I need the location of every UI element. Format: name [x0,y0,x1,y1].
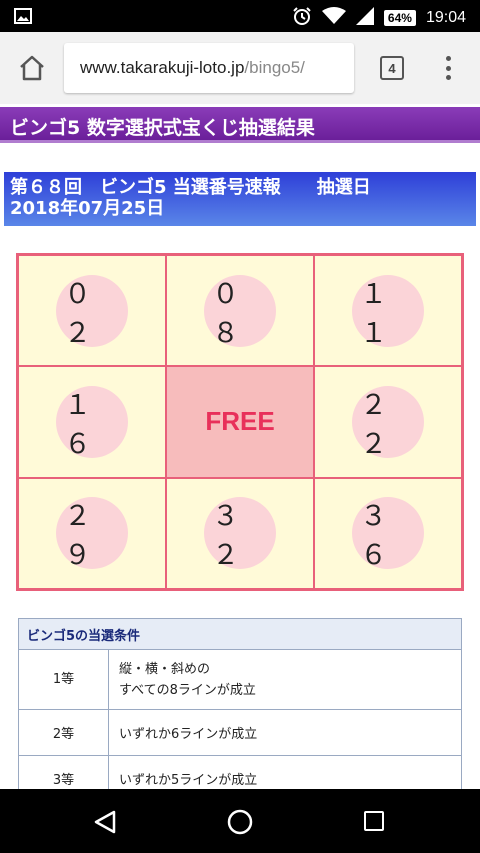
back-icon[interactable] [92,809,118,839]
bingo-cell: ２２ [314,366,462,478]
battery-icon: 64% [383,10,416,26]
bingo-cell: １６ [18,366,166,478]
number-ball: １６ [56,385,128,460]
table-row: 1等 縦・横・斜めの すべての8ラインが成立 [18,649,462,710]
browser-toolbar: www.takarakuji-loto.jp/bingo5/ 4 [0,32,480,104]
prize-rank: 1等 [18,649,109,710]
url-path: /bingo5/ [244,58,305,77]
number-ball: ３６ [352,497,424,571]
table-row: 2等 いずれか6ラインが成立 [18,709,462,756]
alarm-icon [292,6,312,30]
condition-line: 縦・横・斜めの [119,661,211,677]
image-icon [14,8,32,28]
clock-time: 19:04 [425,9,466,26]
prize-rank: 2等 [18,709,109,756]
prize-condition: 縦・横・斜めの すべての8ラインが成立 [108,649,462,710]
wifi-icon [321,7,346,29]
signal-icon [355,7,374,29]
free-label: FREE [205,406,275,437]
number-ball: ０８ [204,274,276,349]
draw-header-title: 第６８回 ビンゴ5 当選番号速報 抽選日 [10,177,371,198]
tab-switcher-button[interactable]: 4 [380,56,404,80]
number-ball: ２２ [352,385,424,460]
draw-date: 2018年07月25日 [10,198,165,219]
status-bar: 64% 19:04 [0,0,480,32]
number-ball: ３２ [204,497,276,571]
bingo-cell: ３６ [314,477,462,589]
home-nav-icon[interactable] [226,808,254,840]
bingo-cell: ０８ [166,255,314,367]
navigation-bar [0,789,480,853]
prize-condition: いずれか6ラインが成立 [108,709,462,756]
free-cell: FREE [166,366,314,478]
url-bar[interactable]: www.takarakuji-loto.jp/bingo5/ [64,43,354,93]
number-ball: １１ [352,274,424,349]
condition-line: すべての8ラインが成立 [119,682,256,698]
bingo-cell: ０２ [18,255,166,367]
table-header: ビンゴ5の当選条件 [18,618,462,650]
number-ball: ２９ [56,497,128,571]
bingo-card: ０２ ０８ １１ １６ FREE ２２ ２９ ３２ ３６ [16,253,464,591]
overflow-menu-icon[interactable] [440,54,456,82]
number-ball: ０２ [56,274,128,349]
page-title: ビンゴ5 数字選択式宝くじ抽選結果 [0,107,480,143]
prize-conditions-table: ビンゴ5の当選条件 1等 縦・横・斜めの すべての8ラインが成立 2等 いずれか… [18,618,462,802]
bingo-cell: ２９ [18,477,166,589]
url-host: www.takarakuji-loto.jp [80,58,245,77]
bingo-cell: ３２ [166,477,314,589]
draw-header: 第６８回 ビンゴ5 当選番号速報 抽選日 2018年07月25日 [4,172,476,226]
recent-apps-icon[interactable] [364,811,384,831]
bingo-cell: １１ [314,255,462,367]
home-icon[interactable] [18,54,46,82]
